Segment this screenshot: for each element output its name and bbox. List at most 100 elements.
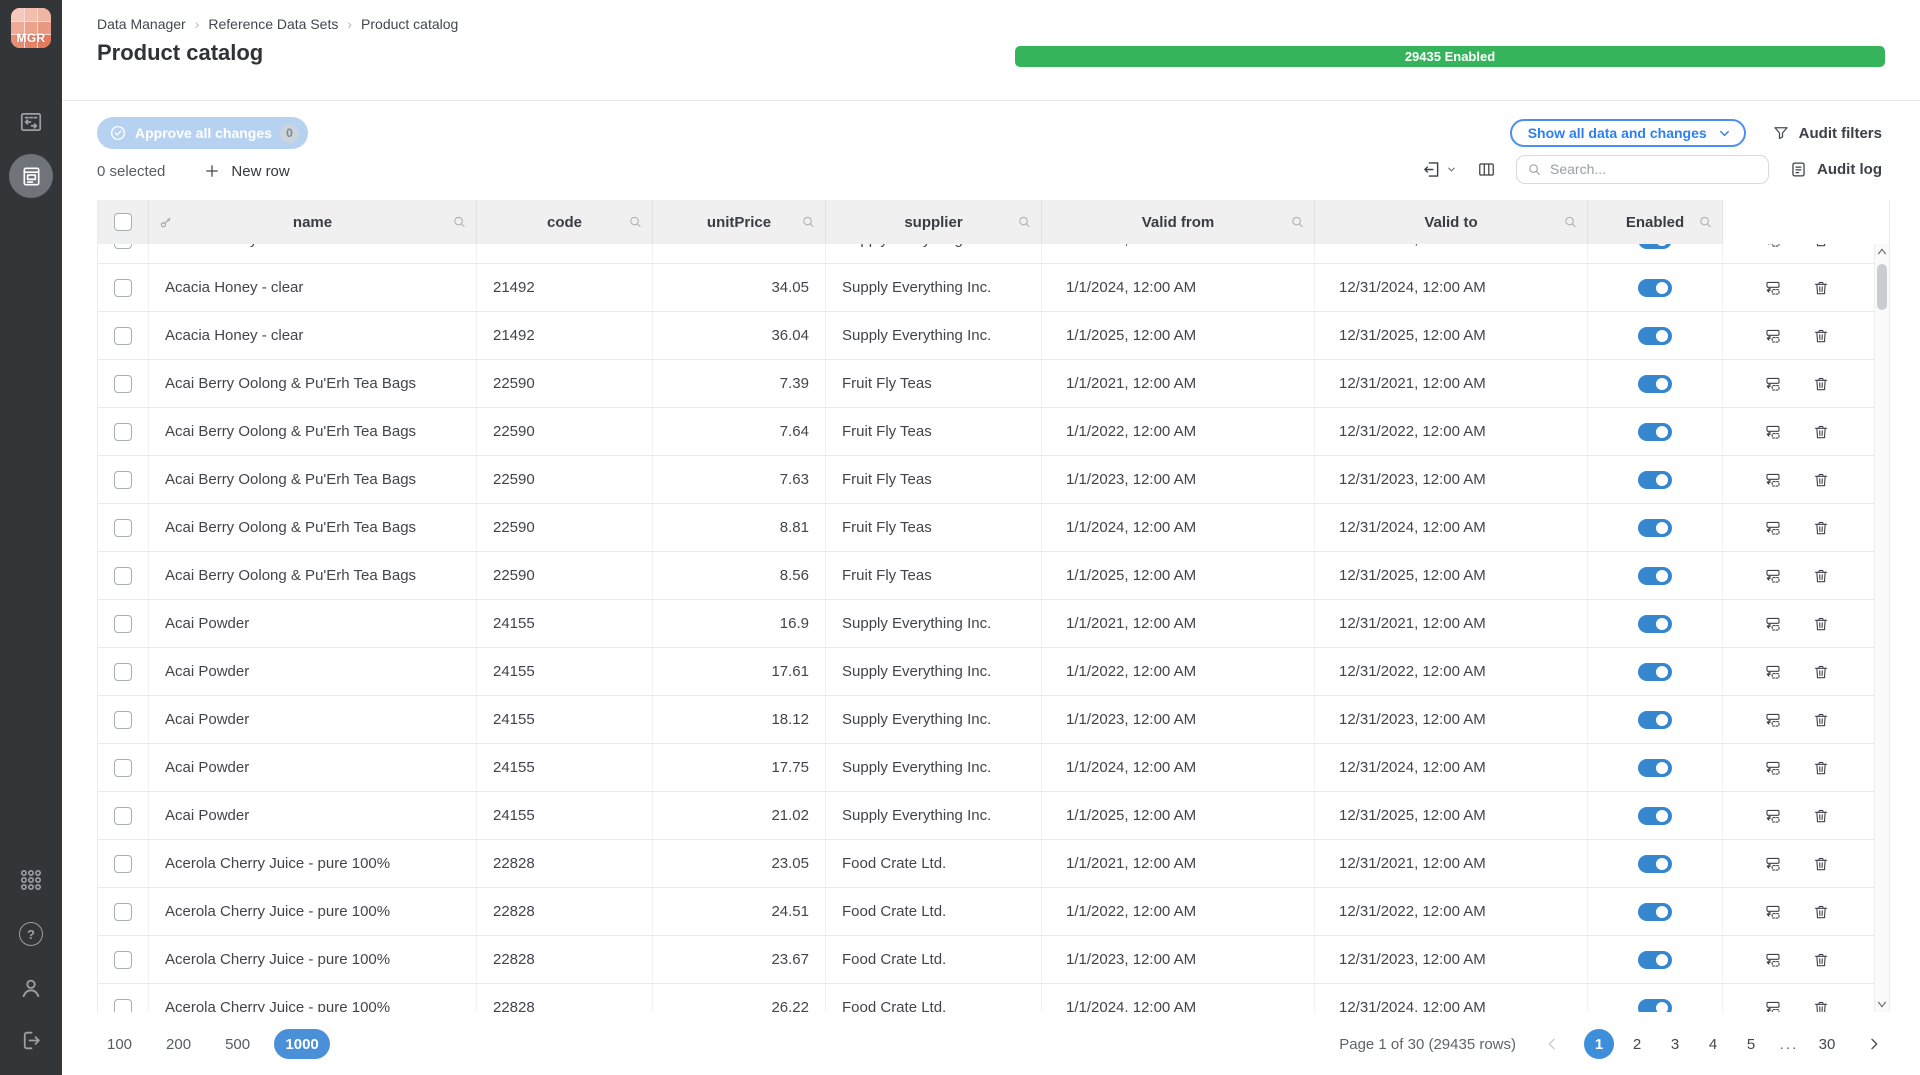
cell-valid-to[interactable]: 12/31/2025, 12:00 AM xyxy=(1315,552,1588,599)
cell-name[interactable]: Acerola Cherry Juice - pure 100% xyxy=(149,936,477,983)
header-select-all[interactable] xyxy=(98,200,149,244)
cell-valid-to[interactable]: 12/31/2023, 12:00 AM xyxy=(1315,936,1588,983)
delete-row-icon[interactable] xyxy=(1812,375,1830,393)
row-checkbox[interactable] xyxy=(114,244,132,249)
cell-unitprice[interactable]: 16.9 xyxy=(653,600,826,647)
delete-row-icon[interactable] xyxy=(1812,759,1830,777)
sidebar-item-apps[interactable] xyxy=(18,867,44,893)
cell-name[interactable]: Acai Powder xyxy=(149,792,477,839)
column-search-icon[interactable] xyxy=(801,215,816,230)
cell-name[interactable]: Acai Berry Oolong & Pu'Erh Tea Bags xyxy=(149,552,477,599)
cell-code[interactable]: 21492 xyxy=(477,264,653,311)
cell-supplier[interactable]: Fruit Fly Teas xyxy=(826,504,1042,551)
cell-valid-to[interactable]: 12/31/2024, 12:00 AM xyxy=(1315,984,1588,1012)
cell-supplier[interactable]: Supply Everything Inc. xyxy=(826,744,1042,791)
cell-unitprice[interactable] xyxy=(653,244,826,263)
cell-supplier[interactable]: Fruit Fly Teas xyxy=(826,408,1042,455)
scroll-down-icon[interactable] xyxy=(1878,1001,1887,1008)
cell-name[interactable]: Acai Berry Oolong & Pu'Erh Tea Bags xyxy=(149,360,477,407)
duplicate-row-icon[interactable] xyxy=(1764,519,1782,537)
cell-unitprice[interactable]: 17.61 xyxy=(653,648,826,695)
cell-supplier[interactable]: Supply Everything Inc. xyxy=(826,696,1042,743)
sidebar-item-logout[interactable] xyxy=(19,1028,44,1053)
audit-filters-button[interactable]: Audit filters xyxy=(1772,124,1882,142)
sidebar-item-reference-data-sets[interactable] xyxy=(9,154,53,198)
cell-name[interactable]: Acerola Cherry Juice - pure 100% xyxy=(149,840,477,887)
row-checkbox[interactable] xyxy=(114,951,132,969)
cell-valid-to[interactable]: 12/31/2021, 12:00 AM xyxy=(1315,360,1588,407)
cell-unitprice[interactable]: 24.51 xyxy=(653,888,826,935)
row-checkbox[interactable] xyxy=(114,999,132,1013)
cell-name[interactable]: Acacia Honey - clear xyxy=(149,312,477,359)
cell-unitprice[interactable]: 23.05 xyxy=(653,840,826,887)
cell-valid-to[interactable]: 12/31/2021, 12:00 AM xyxy=(1315,840,1588,887)
cell-code[interactable]: 22828 xyxy=(477,936,653,983)
cell-code[interactable]: 21492 xyxy=(477,244,653,263)
cell-supplier[interactable]: Supply Everything Inc. xyxy=(826,600,1042,647)
cell-code[interactable]: 22828 xyxy=(477,984,653,1012)
new-row-button[interactable]: New row xyxy=(203,162,289,180)
cell-supplier[interactable]: Fruit Fly Teas xyxy=(826,360,1042,407)
cell-valid-to[interactable]: 12/31/2024, 12:00 AM xyxy=(1315,744,1588,791)
breadcrumb-product-catalog[interactable]: Product catalog xyxy=(361,16,458,32)
cell-code[interactable]: 22590 xyxy=(477,552,653,599)
duplicate-row-icon[interactable] xyxy=(1764,279,1782,297)
cell-valid-to[interactable]: 12/31/2023, 12:00 AM xyxy=(1315,456,1588,503)
cell-name[interactable]: Acai Berry Oolong & Pu'Erh Tea Bags xyxy=(149,504,477,551)
table-search-box[interactable] xyxy=(1516,155,1769,184)
cell-supplier[interactable]: Supply Everything Inc. xyxy=(826,244,1042,263)
cell-valid-to[interactable]: 12/31/2023, 12:00 AM xyxy=(1315,696,1588,743)
header-code[interactable]: code xyxy=(477,200,653,244)
delete-row-icon[interactable] xyxy=(1812,244,1830,249)
sidebar-item-account[interactable] xyxy=(18,975,44,1001)
enabled-toggle[interactable] xyxy=(1638,951,1672,969)
search-input[interactable] xyxy=(1550,161,1740,177)
cell-valid-to[interactable]: 12/31/2024, 12:00 AM xyxy=(1315,264,1588,311)
cell-valid-from[interactable]: 1/1/2022, 12:00 AM xyxy=(1042,648,1315,695)
delete-row-icon[interactable] xyxy=(1812,807,1830,825)
row-checkbox[interactable] xyxy=(114,279,132,297)
duplicate-row-icon[interactable] xyxy=(1764,423,1782,441)
page-1[interactable]: 1 xyxy=(1584,1029,1614,1059)
cell-supplier[interactable]: Supply Everything Inc. xyxy=(826,792,1042,839)
cell-valid-from[interactable]: 1/1/2023, 12:00 AM xyxy=(1042,456,1315,503)
column-search-icon[interactable] xyxy=(1017,215,1032,230)
duplicate-row-icon[interactable] xyxy=(1764,567,1782,585)
enabled-toggle[interactable] xyxy=(1638,615,1672,633)
enabled-toggle[interactable] xyxy=(1638,711,1672,729)
scroll-up-icon[interactable] xyxy=(1878,248,1887,255)
enabled-toggle[interactable] xyxy=(1638,327,1672,345)
delete-row-icon[interactable] xyxy=(1812,423,1830,441)
column-search-icon[interactable] xyxy=(452,215,467,230)
cell-valid-to[interactable]: 12/31/2025, 12:00 AM xyxy=(1315,312,1588,359)
cell-name[interactable]: Acai Powder xyxy=(149,648,477,695)
cell-unitprice[interactable]: 17.75 xyxy=(653,744,826,791)
delete-row-icon[interactable] xyxy=(1812,567,1830,585)
cell-valid-from[interactable]: 1/1/2021, 12:00 AM xyxy=(1042,840,1315,887)
row-checkbox[interactable] xyxy=(114,375,132,393)
cell-supplier[interactable]: Food Crate Ltd. xyxy=(826,936,1042,983)
row-checkbox[interactable] xyxy=(114,471,132,489)
header-unitprice[interactable]: unitPrice xyxy=(653,200,826,244)
row-checkbox[interactable] xyxy=(114,711,132,729)
cell-unitprice[interactable]: 7.39 xyxy=(653,360,826,407)
row-checkbox[interactable] xyxy=(114,567,132,585)
page-30[interactable]: 30 xyxy=(1812,1029,1842,1059)
cell-valid-from[interactable]: 1/1/2024, 12:00 AM xyxy=(1042,744,1315,791)
cell-valid-to[interactable]: 12/31/2023, 12:00 AM xyxy=(1315,244,1588,263)
cell-valid-from[interactable]: 1/1/2021, 12:00 AM xyxy=(1042,360,1315,407)
enabled-toggle[interactable] xyxy=(1638,567,1672,585)
breadcrumb-data-manager[interactable]: Data Manager xyxy=(97,16,186,32)
duplicate-row-icon[interactable] xyxy=(1764,244,1782,249)
header-supplier[interactable]: supplier xyxy=(826,200,1042,244)
cell-name[interactable]: Acai Berry Oolong & Pu'Erh Tea Bags xyxy=(149,408,477,455)
cell-valid-from[interactable]: 1/1/2021, 12:00 AM xyxy=(1042,600,1315,647)
cell-code[interactable]: 24155 xyxy=(477,648,653,695)
scrollbar-thumb[interactable] xyxy=(1877,264,1887,310)
vertical-scrollbar[interactable] xyxy=(1874,244,1889,1012)
enabled-toggle[interactable] xyxy=(1638,855,1672,873)
cell-valid-from[interactable]: 1/1/2023, 12:00 AM xyxy=(1042,696,1315,743)
app-logo[interactable]: MGR xyxy=(11,8,51,48)
page-2[interactable]: 2 xyxy=(1622,1029,1652,1059)
cell-unitprice[interactable]: 21.02 xyxy=(653,792,826,839)
